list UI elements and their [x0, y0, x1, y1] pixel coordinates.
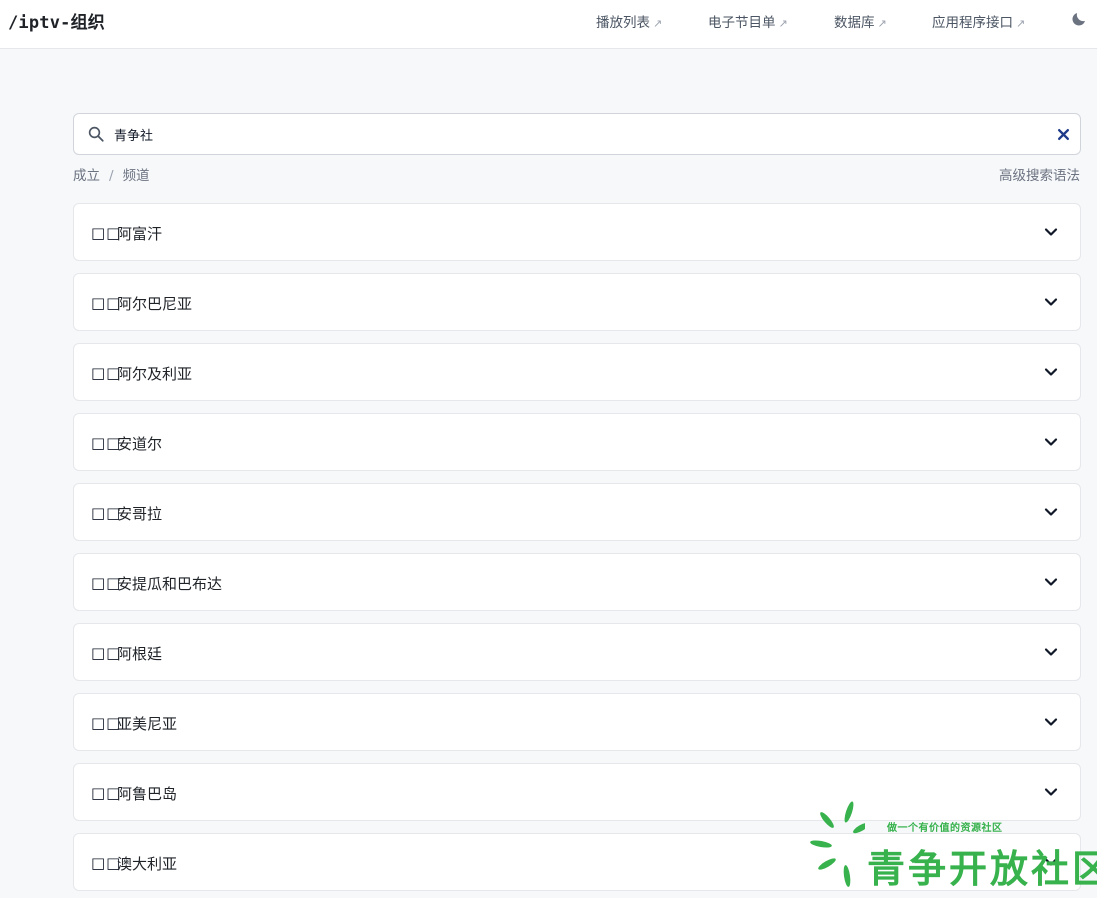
chevron-down-icon [1044, 858, 1058, 866]
country-name: 安道尔 [117, 435, 163, 453]
country-name: 安提瓜和巴布达 [117, 575, 223, 593]
nav-link-epg[interactable]: 电子节目单 ↗ [708, 11, 788, 31]
chevron-down-icon [1044, 788, 1058, 796]
chevron-down-icon [1044, 578, 1058, 586]
chevron-down-icon [1044, 298, 1058, 306]
list-item[interactable]: □□ 安哥拉 [73, 483, 1081, 541]
chevron-down-icon [1044, 718, 1058, 726]
chevron-down-icon [1044, 368, 1058, 376]
nav-link-label: 播放列表 [596, 15, 650, 31]
nav-link-database[interactable]: 数据库 ↗ [834, 11, 887, 31]
list-item[interactable]: □□ 安道尔 [73, 413, 1081, 471]
list-item[interactable]: □□ 阿鲁巴岛 [73, 763, 1081, 821]
country-name: 阿富汗 [117, 225, 163, 243]
nav-link-api[interactable]: 应用程序接口 ↗ [932, 11, 1025, 31]
list-item[interactable]: □□ 亚美尼亚 [73, 693, 1081, 751]
list-item[interactable]: □□ 澳大利亚 [73, 833, 1081, 891]
search-box [73, 113, 1081, 155]
country-name: 阿尔巴尼亚 [117, 295, 193, 313]
list-item[interactable]: □□ 阿尔及利亚 [73, 343, 1081, 401]
country-list: □□ 阿富汗 □□ 阿尔巴尼亚 □□ 阿尔及利亚 □□ 安道尔 □□ 安哥拉 □… [73, 203, 1081, 898]
country-name: 阿根廷 [117, 645, 163, 663]
list-item[interactable]: □□ 安提瓜和巴布达 [73, 553, 1081, 611]
external-link-icon: ↗ [1016, 17, 1026, 30]
moon-icon[interactable] [1070, 10, 1088, 28]
nav-link-label: 电子节目单 [708, 15, 776, 31]
country-name: 阿尔及利亚 [117, 365, 193, 383]
country-name: 亚美尼亚 [117, 715, 178, 733]
search-input[interactable] [114, 123, 1014, 145]
country-name: 安哥拉 [117, 505, 163, 523]
nav-link-label: 数据库 [834, 15, 875, 31]
external-link-icon: ↗ [653, 17, 663, 30]
top-header: /iptv-组织 播放列表 ↗ 电子节目单 ↗ 数据库 ↗ 应用程序接口 ↗ [0, 0, 1097, 49]
country-name: 澳大利亚 [117, 855, 178, 873]
breadcrumb-separator: / [109, 168, 114, 184]
country-name: 阿鲁巴岛 [117, 785, 178, 803]
close-icon[interactable] [1057, 128, 1070, 141]
advanced-search-link[interactable]: 高级搜索语法 [999, 164, 1080, 184]
site-logo[interactable]: /iptv-组织 [8, 8, 105, 33]
chevron-down-icon [1044, 508, 1058, 516]
chevron-down-icon [1044, 648, 1058, 656]
chevron-down-icon [1044, 228, 1058, 236]
external-link-icon: ↗ [778, 17, 788, 30]
list-item[interactable]: □□ 阿尔巴尼亚 [73, 273, 1081, 331]
external-link-icon: ↗ [877, 17, 887, 30]
breadcrumb: 成立 / 频道 [73, 164, 150, 184]
search-icon [88, 126, 104, 142]
list-item[interactable]: □□ 阿根廷 [73, 623, 1081, 681]
breadcrumb-item-channels[interactable]: 频道 [123, 168, 150, 184]
chevron-down-icon [1044, 438, 1058, 446]
nav-link-playlists[interactable]: 播放列表 ↗ [596, 11, 662, 31]
list-item[interactable]: □□ 阿富汗 [73, 203, 1081, 261]
nav-link-label: 应用程序接口 [932, 15, 1013, 31]
breadcrumb-item-founded[interactable]: 成立 [73, 168, 100, 184]
